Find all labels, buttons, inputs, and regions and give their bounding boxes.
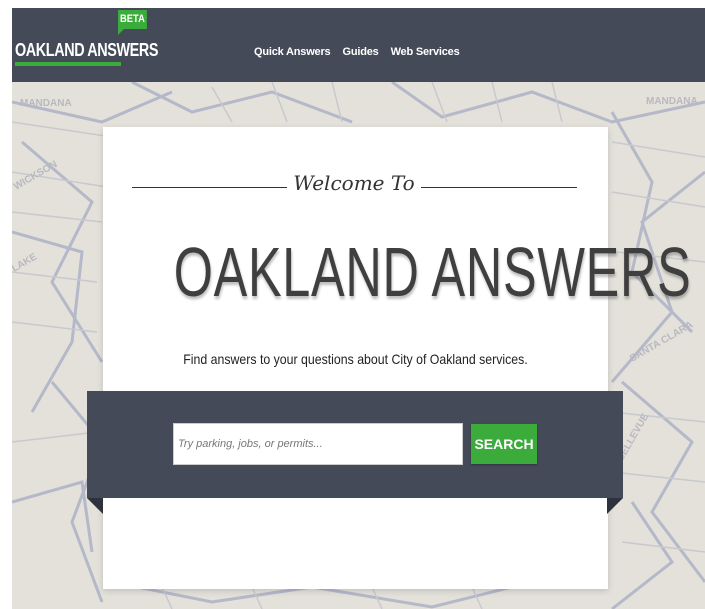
map-label: WICKSON	[12, 159, 59, 193]
main-nav: Quick Answers Guides Web Services	[254, 46, 460, 58]
nav-quick-answers[interactable]: Quick Answers	[254, 46, 331, 58]
nav-guides[interactable]: Guides	[342, 46, 378, 58]
search-input[interactable]	[173, 423, 463, 465]
ribbon-fold-right	[607, 498, 623, 514]
search-button[interactable]: SEARCH	[471, 424, 537, 464]
hero-title: OAKLAND ANSWERS	[173, 233, 692, 311]
map-label: MANDANA	[20, 98, 72, 109]
beta-badge-tail	[118, 29, 124, 35]
beta-badge: BETA	[118, 10, 147, 29]
ribbon-fold-left	[87, 498, 103, 514]
site-logo[interactable]: OAKLAND ANSWERS	[15, 40, 158, 61]
divider-line	[421, 187, 577, 188]
welcome-text: Welcome To	[293, 171, 415, 195]
nav-web-services[interactable]: Web Services	[391, 46, 460, 58]
divider-line	[132, 187, 287, 188]
hero-subtitle: Find answers to your questions about Cit…	[183, 351, 528, 367]
map-label: MANDANA	[646, 96, 698, 107]
map-label: LAKE	[12, 251, 39, 274]
hero-card: Welcome To OAKLAND ANSWERS Find answers …	[103, 127, 692, 589]
page: MANDANA WICKSON LAKE MANDANA SANTA CLARA…	[0, 0, 705, 609]
logo-underline	[15, 62, 121, 66]
